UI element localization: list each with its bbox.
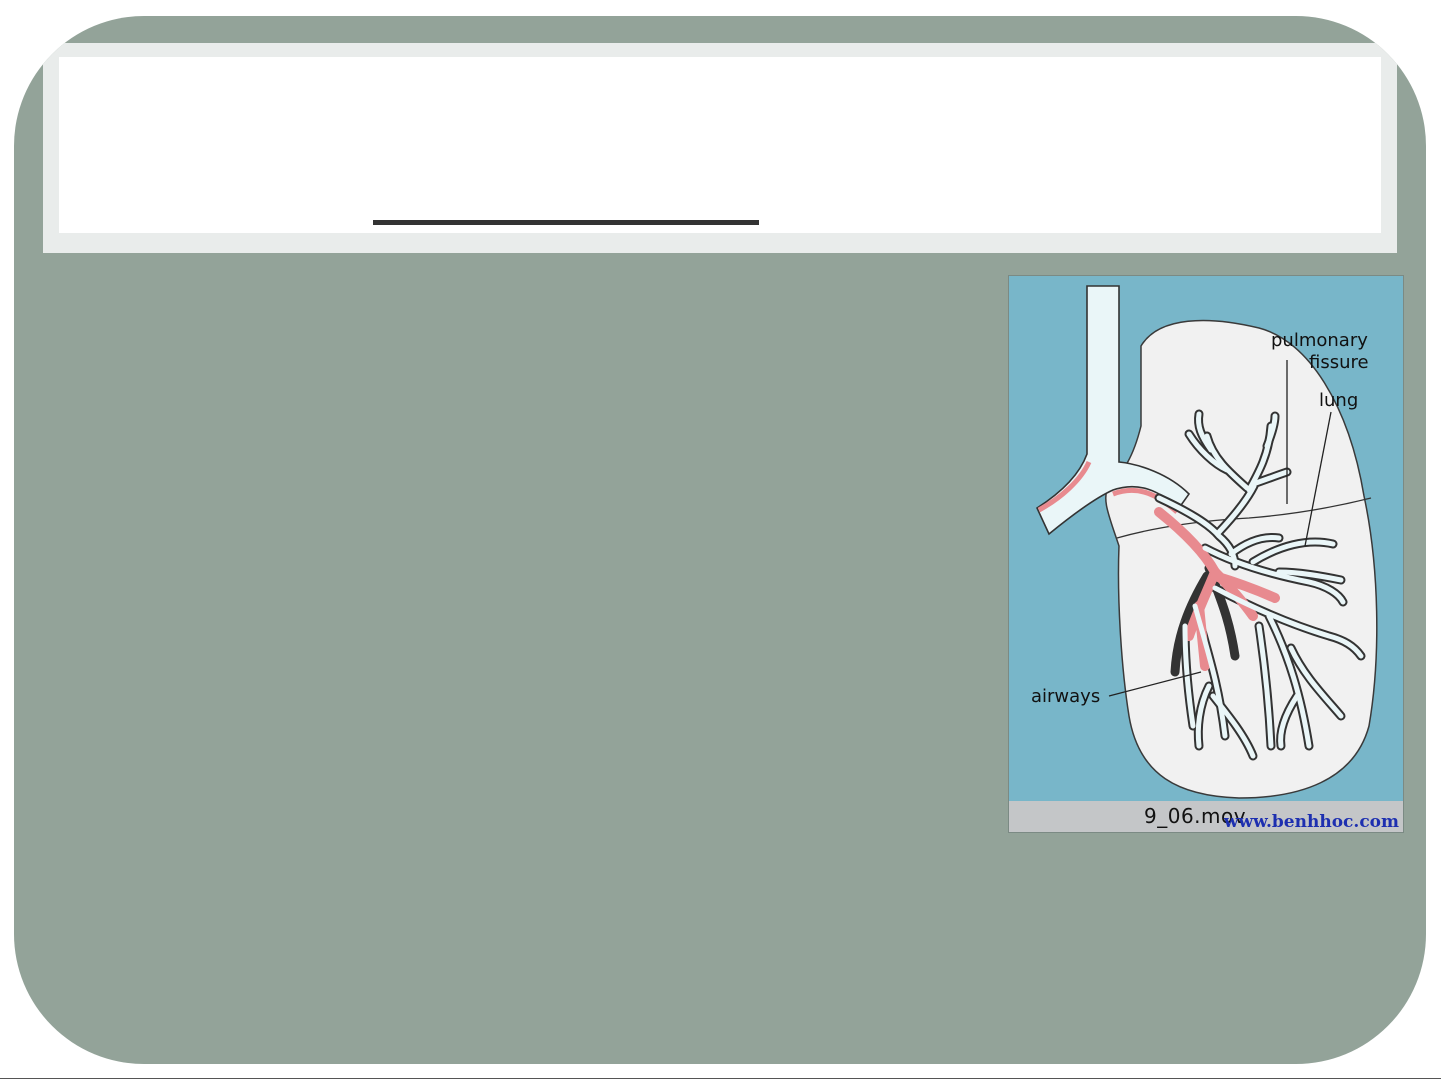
title-underline — [373, 220, 759, 225]
title-area — [43, 43, 1397, 253]
label-airways: airways — [1031, 686, 1100, 707]
lung-illustration: pulmonary fissure lung airways — [1009, 276, 1403, 832]
lung-airways-diagram: pulmonary fissure lung airways 9_06.mov … — [1008, 275, 1404, 833]
title-box — [59, 57, 1381, 233]
watermark: www.benhhoc.com — [1223, 812, 1399, 832]
label-fissure: fissure — [1309, 352, 1369, 373]
label-pulmonary: pulmonary — [1271, 330, 1368, 351]
caption-bar: 9_06.mov www.benhhoc.com — [1009, 801, 1403, 832]
page-bottom-border — [0, 1078, 1441, 1079]
slide: pulmonary fissure lung airways 9_06.mov … — [14, 16, 1426, 1064]
label-lung: lung — [1319, 390, 1358, 411]
